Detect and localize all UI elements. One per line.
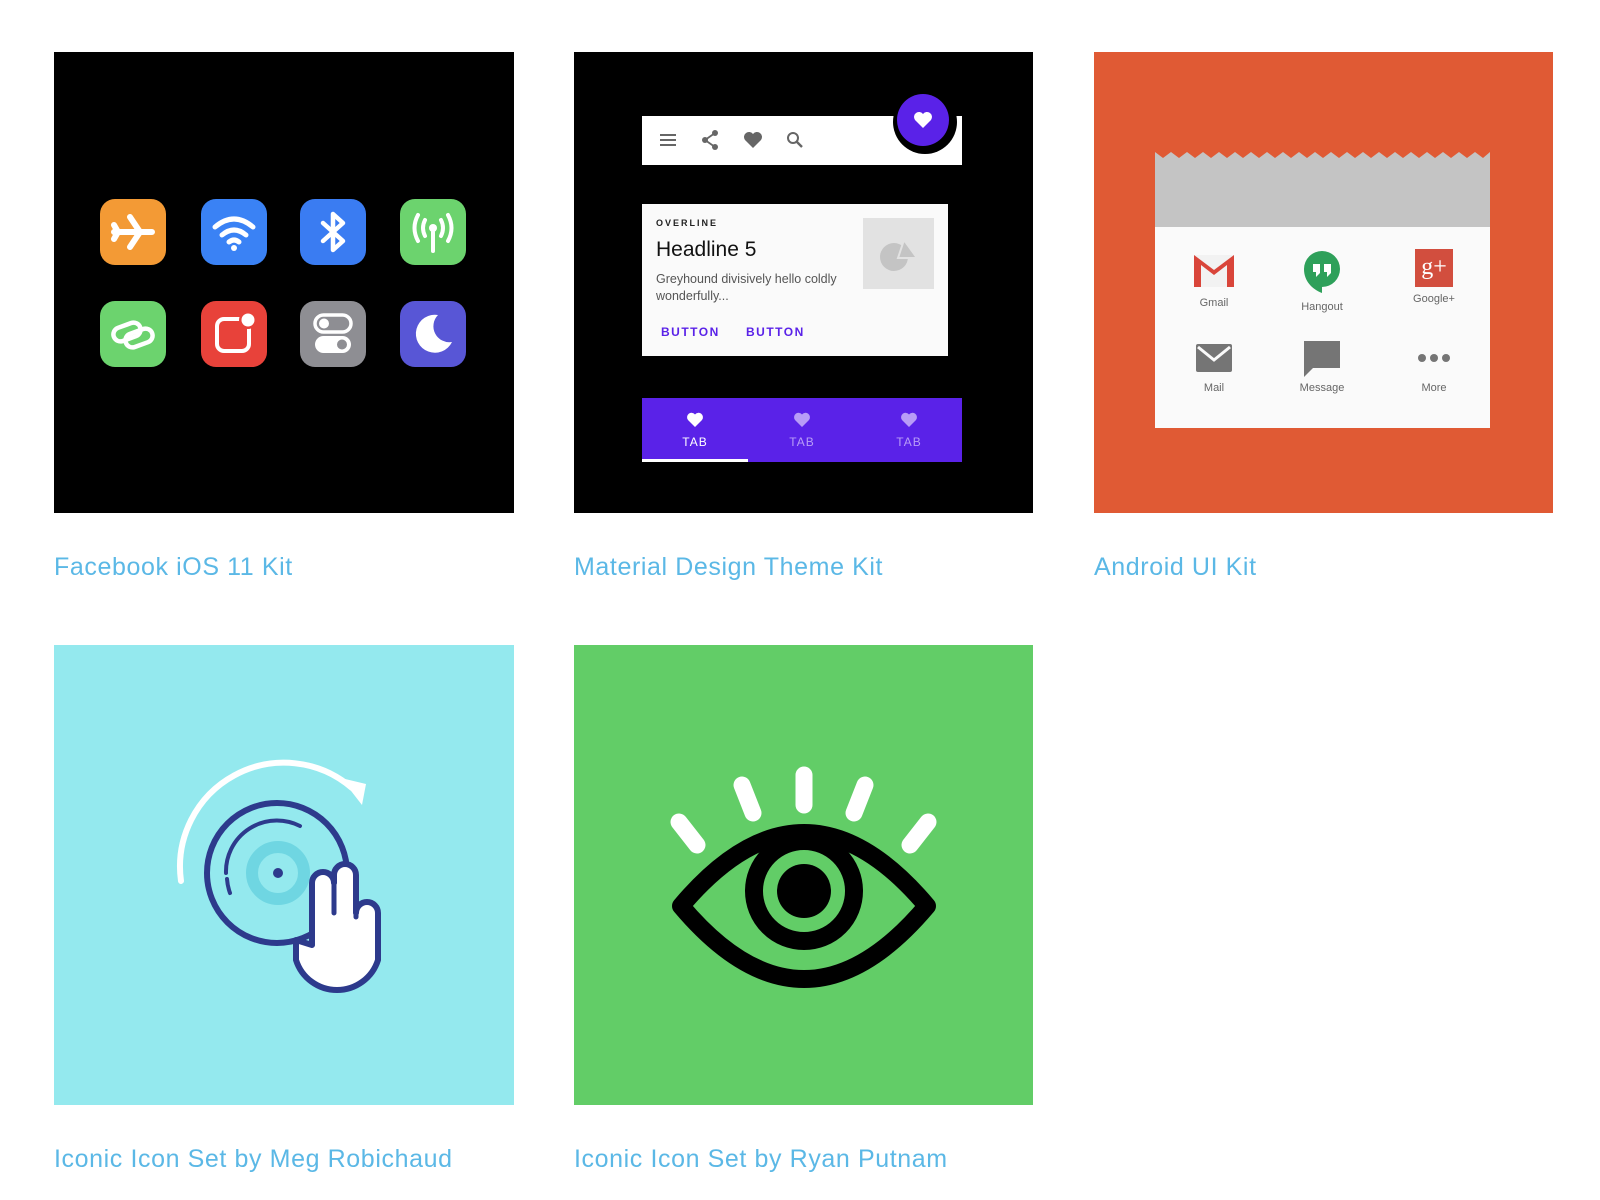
google-plus-icon: g+ [1415,249,1453,287]
share-item-message[interactable]: Message [1267,338,1377,394]
card-button-secondary[interactable]: BUTTON [746,325,805,339]
tab-2[interactable]: TAB [749,398,855,462]
share-item-gmail[interactable]: Gmail [1159,251,1269,309]
link-chain-icon [100,301,166,367]
gmail-icon [1194,255,1234,287]
cellular-antenna-icon [400,199,466,265]
tab-label: TAB [896,435,922,449]
airplane-icon [100,199,166,265]
vinyl-scratch-hand-icon [177,759,381,994]
card-title[interactable]: Facebook iOS 11 Kit [54,553,293,582]
heart-icon [914,112,932,128]
card-title[interactable]: Material Design Theme Kit [574,553,883,582]
bottom-tab-bar: TAB TAB TAB [642,398,962,462]
card-button-primary[interactable]: BUTTON [661,325,720,339]
card-headline: Headline 5 [656,238,757,261]
menu-icon [660,134,676,146]
mail-icon [1196,344,1232,372]
share-item-label: Google+ [1413,293,1455,305]
card-thumbnail[interactable]: OVERLINE Headline 5 Greyhound divisively… [574,52,1033,513]
share-item-label: Mail [1203,382,1225,394]
share-item-label: Gmail [1199,297,1229,309]
tab-1[interactable]: TAB [642,398,748,462]
more-dots-icon [1418,354,1450,362]
active-tab-indicator [642,459,748,462]
moon-icon [400,301,466,367]
share-item-google-plus[interactable]: g+ Google+ [1379,249,1489,305]
heart-icon [794,412,810,427]
search-icon [787,132,803,148]
card-body-text: Greyhound divisively hello coldly wonder… [656,272,837,303]
card-title[interactable]: Android UI Kit [1094,553,1257,582]
share-grid: Gmail Hangout g+ Google+ Mail Message Mo… [1155,227,1490,428]
message-icon [1304,341,1340,377]
share-item-label: More [1421,382,1447,394]
card-thumbnail[interactable] [574,645,1033,1105]
card-media-placeholder [863,218,934,289]
tab-label: TAB [789,435,815,449]
favorite-fab-button[interactable] [893,90,957,154]
notification-badge-icon [201,301,267,367]
content-card: OVERLINE Headline 5 Greyhound divisively… [642,204,948,356]
shapes-icon [880,237,919,271]
heart-icon [901,412,917,427]
share-item-label: Hangout [1301,301,1343,313]
tab-label: TAB [682,435,708,449]
card-title[interactable]: Iconic Icon Set by Meg Robichaud [54,1145,453,1174]
heart-icon [744,132,762,148]
share-icon [702,130,718,150]
wifi-icon [201,199,267,265]
share-item-more[interactable]: More [1379,340,1489,394]
bluetooth-icon [300,199,366,265]
share-sheet: Gmail Hangout g+ Google+ Mail Message Mo… [1155,148,1490,428]
share-item-hangout[interactable]: Hangout [1267,247,1377,313]
share-item-label: Message [1299,382,1345,394]
card-thumbnail[interactable] [54,52,514,513]
heart-icon [687,412,703,427]
card-overline: OVERLINE [656,218,719,228]
hangouts-icon [1304,251,1340,293]
card-thumbnail[interactable]: Gmail Hangout g+ Google+ Mail Message Mo… [1094,52,1553,513]
card-thumbnail[interactable] [54,645,514,1105]
tab-3[interactable]: TAB [856,398,962,462]
card-title[interactable]: Iconic Icon Set by Ryan Putnam [574,1145,948,1174]
share-item-mail[interactable]: Mail [1159,340,1269,394]
torn-paper-header [1155,152,1490,227]
eye-icon [670,766,937,988]
toggle-settings-icon [300,301,366,367]
